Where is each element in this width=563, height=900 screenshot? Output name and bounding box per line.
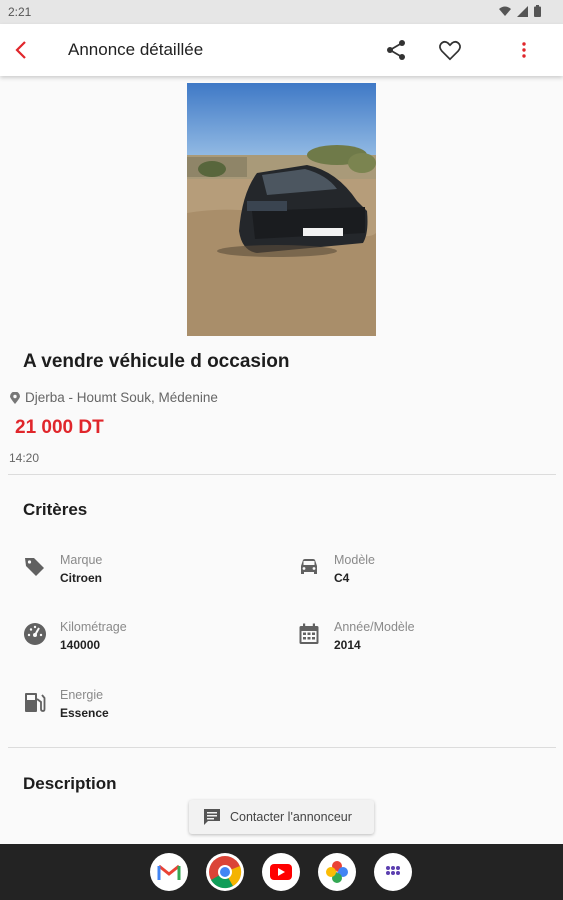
message-icon (204, 809, 220, 825)
criterion-label: Marque (60, 553, 103, 567)
criterion-value: 140000 (60, 638, 101, 652)
listing-location: Djerba - Houmt Souk, Médenine (10, 390, 218, 405)
contact-seller-button[interactable]: Contacter l'annonceur (189, 800, 374, 834)
criterion-label: Kilométrage (60, 620, 127, 634)
description-title: Description (23, 774, 117, 793)
status-time: 2:21 (8, 5, 32, 19)
listing-photo[interactable] (187, 83, 376, 336)
criteria-title: Critères (23, 500, 88, 519)
car-icon (301, 559, 317, 574)
share-icon[interactable] (384, 38, 408, 62)
contact-seller-label: Contacter l'annonceur (230, 810, 352, 824)
criterion-value: Essence (60, 706, 109, 720)
status-bar: 2:21 (0, 0, 563, 24)
divider (8, 747, 556, 748)
app-drawer-icon[interactable] (374, 853, 412, 891)
listing-title: A vendre véhicule d occasion (23, 351, 290, 372)
criterion-label: Modèle (334, 553, 375, 567)
battery-icon (534, 5, 541, 17)
listing-time: 14:20 (9, 451, 40, 465)
gmail-icon[interactable] (150, 853, 188, 891)
criterion-value: Citroen (60, 571, 102, 585)
location-text: Djerba - Houmt Souk, Médenine (25, 390, 218, 405)
criterion-label: Année/Modèle (334, 620, 415, 634)
tag-icon (25, 558, 44, 576)
criterion-value: 2014 (334, 638, 361, 652)
app-dock (0, 844, 563, 900)
wifi-icon (499, 6, 511, 16)
photos-icon[interactable] (318, 853, 356, 891)
chrome-icon[interactable] (206, 853, 244, 891)
speedometer-icon (24, 623, 46, 645)
listing-price: 21 000 DT (15, 417, 104, 438)
divider (8, 474, 556, 475)
criterion-value: C4 (334, 571, 350, 585)
app-bar: Annonce détaillée (0, 24, 563, 76)
fuel-pump-icon (25, 693, 46, 712)
more-options-icon[interactable] (512, 38, 536, 62)
signal-icon (517, 5, 528, 17)
youtube-icon[interactable] (262, 853, 300, 891)
location-pin-icon (10, 391, 20, 404)
favorite-heart-icon[interactable] (437, 37, 463, 63)
back-arrow-icon[interactable] (10, 38, 34, 62)
status-icons (499, 5, 541, 17)
calendar-icon (299, 623, 319, 644)
criterion-label: Energie (60, 688, 104, 702)
page-title: Annonce détaillée (68, 40, 204, 59)
